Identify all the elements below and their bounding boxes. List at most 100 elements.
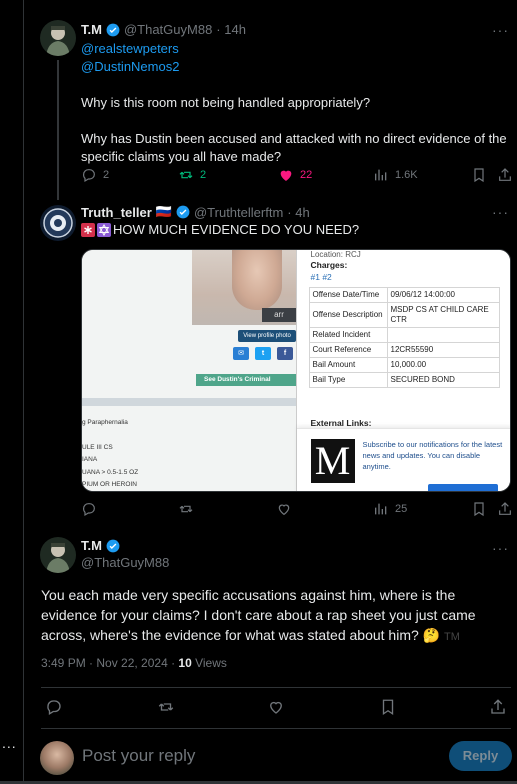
view-profile-photo-label: View profile photo xyxy=(238,330,296,342)
table-row: Offense Description MSDP CS AT CHILD CARE… xyxy=(308,302,500,328)
share-button[interactable] xyxy=(497,501,513,517)
table-key: Bail Type xyxy=(308,372,388,388)
location-text: Location: RCJ xyxy=(310,250,361,259)
flag-emoji: 🇷🇺 xyxy=(155,204,172,219)
avatar xyxy=(40,741,74,775)
analytics-icon xyxy=(375,169,387,181)
share-button[interactable] xyxy=(497,167,513,183)
table-row: Offense Date/Time 09/06/12 14:00:00 xyxy=(308,287,500,303)
avatar-image xyxy=(40,537,76,573)
paragraph: Why has Dustin been accused and attacked… xyxy=(81,131,507,164)
table-value: 12CR55590 xyxy=(386,342,500,358)
more-options-icon[interactable]: ··· xyxy=(492,204,509,220)
table-row: Bail Amount 10,000.00 xyxy=(308,357,500,373)
reply-button[interactable] xyxy=(81,501,97,517)
reply-button[interactable]: 2 xyxy=(81,167,109,183)
timestamp[interactable]: · 14h xyxy=(216,22,246,37)
tweet-body-text: You each made very specific accusations … xyxy=(41,587,476,643)
views-button[interactable]: 25 xyxy=(373,501,407,517)
more-icon[interactable]: ... xyxy=(2,735,17,751)
share-button[interactable] xyxy=(489,698,507,721)
like-button[interactable]: 22 xyxy=(278,167,312,183)
avatar[interactable] xyxy=(40,537,76,573)
list-item: g Paraphernalia xyxy=(82,419,128,426)
verified-badge-icon xyxy=(106,539,120,552)
views-button[interactable]: 1.6K xyxy=(373,167,418,183)
like-button[interactable] xyxy=(276,501,292,517)
repost-button[interactable] xyxy=(178,501,194,517)
facebook-share-icon: f xyxy=(277,347,293,360)
display-name[interactable]: T.M xyxy=(81,538,102,553)
bookmark-button[interactable] xyxy=(379,698,397,721)
avatar[interactable] xyxy=(40,205,76,241)
asterisk-emoji-icon xyxy=(81,223,95,237)
share-icon xyxy=(499,502,511,515)
repost-button[interactable] xyxy=(157,698,175,721)
avatar-image xyxy=(40,20,76,56)
mention-link[interactable]: @realstewpeters xyxy=(81,40,511,58)
like-button[interactable] xyxy=(267,698,285,721)
reply-icon xyxy=(83,503,95,517)
list-item: IANA xyxy=(82,456,98,463)
analytics-icon xyxy=(375,503,387,515)
tweet-actions: 2 2 22 1.6K xyxy=(81,167,511,187)
handle[interactable]: @ThatGuyM88 xyxy=(124,22,212,37)
table-key: Offense Description xyxy=(308,302,388,328)
tweet-text: HOW MUCH EVIDENCE DO YOU NEED? xyxy=(81,221,511,239)
bookmark-button[interactable] xyxy=(471,501,487,517)
table-row: Related Incident xyxy=(308,327,500,343)
left-rail: ... xyxy=(0,0,24,784)
main-tweet-header: T.M @ThatGuyM88 xyxy=(81,538,169,570)
twitter-share-icon: t xyxy=(255,347,271,360)
more-options-icon[interactable]: ··· xyxy=(492,540,509,556)
table-key: Bail Amount xyxy=(308,357,388,373)
conversation-column: T.M @ThatGuyM88 · 14h ··· @realstewpeter… xyxy=(25,0,517,784)
like-count: 22 xyxy=(300,169,313,181)
handle[interactable]: @Truthtellerftm xyxy=(194,205,283,220)
reply-input[interactable]: Post your reply xyxy=(82,746,195,766)
avatar-image xyxy=(40,205,76,241)
star-of-david-emoji-icon xyxy=(97,223,111,237)
list-item xyxy=(82,430,138,442)
display-name[interactable]: Truth_teller xyxy=(81,205,152,220)
table-value: MSDP CS AT CHILD CARE CTR xyxy=(386,302,500,328)
handle[interactable]: @ThatGuyM88 xyxy=(81,555,169,570)
trademark-mark: TM xyxy=(443,631,460,643)
table-row: Bail Type SECURED BOND xyxy=(308,372,500,388)
tweet-thatguym88-1[interactable]: T.M @ThatGuyM88 · 14h ··· @realstewpeter… xyxy=(25,0,517,200)
charges-label: Charges: xyxy=(310,260,348,270)
mention-link[interactable]: @DustinNemos2 xyxy=(81,58,511,76)
more-options-icon[interactable]: ··· xyxy=(492,22,509,38)
view-count: 1.6K xyxy=(395,169,418,181)
repost-icon xyxy=(179,505,193,513)
tweet-media-image[interactable]: arr View profile photo ✉ t f See Dustin'… xyxy=(81,249,511,492)
list-item: PIUM OR HEROIN xyxy=(82,481,137,488)
reply-button[interactable]: Reply xyxy=(449,741,512,771)
notification-button xyxy=(427,484,498,491)
media-right-panel: Location: RCJ Charges: #1 #2 Offense Dat… xyxy=(295,250,510,491)
timestamp[interactable]: 3:49 PM · Nov 22, 2024 · xyxy=(41,656,178,670)
timestamp[interactable]: · 4h xyxy=(287,205,309,220)
reply-button[interactable] xyxy=(45,698,63,721)
main-tweet-actions xyxy=(41,698,511,718)
divider xyxy=(41,728,511,729)
tweet-body-text: HOW MUCH EVIDENCE DO YOU NEED? xyxy=(113,222,360,237)
heart-filled-icon xyxy=(280,170,292,181)
bookmark-icon xyxy=(474,168,484,183)
charge-list: g Paraphernalia ULE III CS IANA UANA > 0… xyxy=(82,417,138,491)
bookmark-button[interactable] xyxy=(471,167,487,183)
thread-line xyxy=(57,60,59,200)
share-icon xyxy=(499,168,511,181)
photo-tag: arr xyxy=(262,308,296,322)
criminal-record-bar: See Dustin's Criminal xyxy=(196,374,296,386)
notification-text: Subscribe to our notifications for the l… xyxy=(362,440,503,471)
repost-icon xyxy=(158,703,174,711)
tweet-text: @realstewpeters @DustinNemos2 Why is thi… xyxy=(81,40,511,166)
repost-button[interactable]: 2 xyxy=(178,167,206,183)
avatar[interactable] xyxy=(40,20,76,56)
display-name[interactable]: T.M xyxy=(81,22,102,37)
external-links-label: External Links: xyxy=(310,418,372,428)
table-value xyxy=(386,327,500,343)
bookmark-icon xyxy=(474,502,484,517)
views-label: Views xyxy=(191,656,227,670)
